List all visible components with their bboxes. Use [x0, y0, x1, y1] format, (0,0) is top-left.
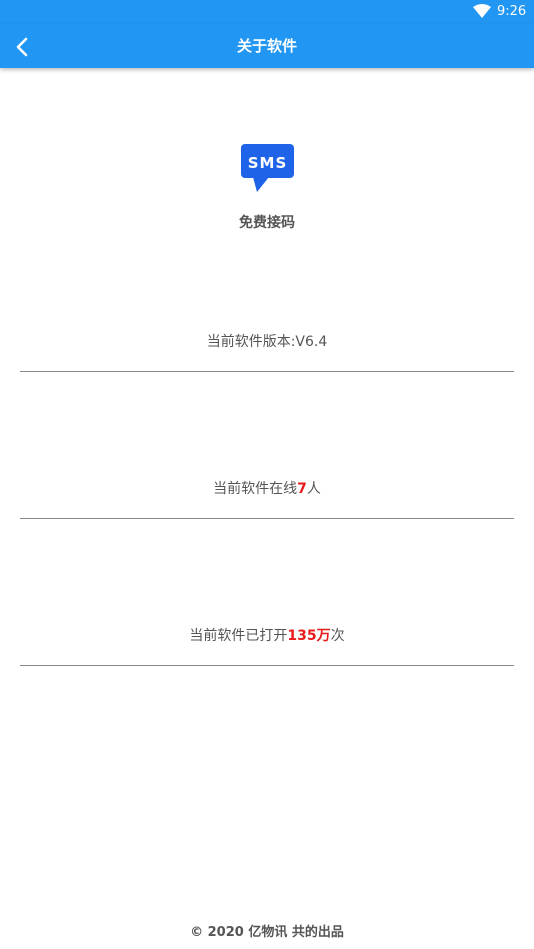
app-logo: SMS [240, 143, 296, 193]
sms-chat-bubble-icon: SMS [241, 144, 294, 192]
page-title: 关于软件 [236, 37, 297, 55]
wifi-icon [473, 4, 491, 18]
opened-suffix: 次 [330, 628, 345, 644]
version-row: 当前软件版本:V6.4 [20, 333, 514, 372]
app-bar: 关于软件 [0, 24, 534, 68]
version-label: 当前软件版本:V6.4 [206, 334, 328, 350]
status-time: 9:26 [497, 4, 527, 19]
opened-count: 135万 [287, 628, 331, 644]
opened-prefix: 当前软件已打开 [189, 628, 288, 644]
app-name: 免费接码 [239, 215, 295, 231]
status-bar: 9:26 [0, 0, 534, 24]
back-button[interactable] [8, 33, 36, 61]
footer-credit: © 2020 亿物讯 共的出品 [190, 925, 344, 940]
opened-row: 当前软件已打开135万次 [20, 627, 514, 666]
chevron-left-icon [16, 37, 28, 57]
online-row: 当前软件在线7人 [20, 480, 514, 519]
logo-text: SMS [248, 154, 288, 172]
online-count: 7 [297, 481, 307, 497]
online-suffix: 人 [306, 481, 321, 497]
online-prefix: 当前软件在线 [213, 481, 298, 497]
